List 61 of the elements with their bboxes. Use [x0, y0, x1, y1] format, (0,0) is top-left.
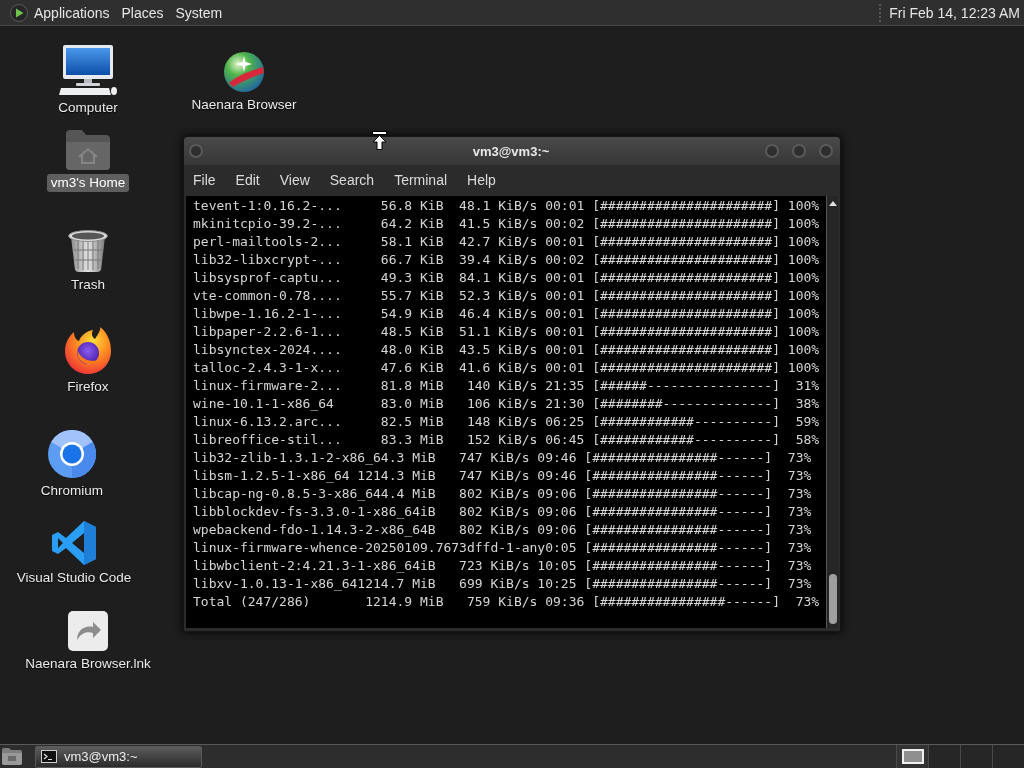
- terminal-line: lib32-zlib-1.3.1-2-x86_64.3 MiB 747 KiB/s 09:46 [################------] 73%: [193, 449, 813, 467]
- terminal-line: libwpe-1.16.2-1-... 54.9 KiB 46.4 KiB/s 00:01 [######################] 100%: [193, 305, 821, 323]
- terminal-line: linux-firmware-2... 81.8 MiB 140 KiB/s 21:35 [######----------------] 31%: [193, 377, 821, 395]
- workspace-tile[interactable]: [928, 745, 960, 768]
- terminal-line: lib32-libxcrypt-... 66.7 KiB 39.4 KiB/s 00:02 [######################] 100%: [193, 251, 821, 269]
- folder-icon[interactable]: [2, 748, 22, 765]
- mouse-cursor-icon: [372, 131, 387, 150]
- desktop-icon-label[interactable]: vm3's Home: [46, 174, 130, 192]
- monitor-icon[interactable]: [59, 45, 117, 95]
- menu-item[interactable]: View: [270, 168, 319, 192]
- menu-item[interactable]: Edit: [226, 168, 269, 192]
- terminal-line: linux-firmware-whence-20250109.7673dffd-1-any0:05 [################------] 73%: [193, 539, 813, 557]
- terminal-line: vte-common-0.78.... 55.7 KiB 52.3 KiB/s 00:01 [######################] 100%: [193, 287, 821, 305]
- scrollbar-thumb[interactable]: [828, 574, 837, 624]
- desktop-icon-label[interactable]: Trash: [67, 276, 109, 294]
- trash-bin-icon[interactable]: [68, 230, 108, 272]
- window-title: vm3@vm3:~: [472, 143, 550, 159]
- menu-item[interactable]: Search: [320, 168, 384, 192]
- scrollbar-track[interactable]: [826, 196, 838, 628]
- terminal-line: wpebackend-fdo-1.14.3-2-x86_64B 802 KiB/s 09:06 [################------] 73%: [193, 521, 813, 539]
- desktop-icon-label[interactable]: Chromium: [36, 482, 108, 500]
- desktop-icon-label[interactable]: Firefox: [63, 378, 113, 396]
- terminal-line: Total (247/286) 1214.9 MiB 759 KiB/s 09:36 [################------] 73%: [193, 593, 821, 611]
- panel-menu[interactable]: Places: [115, 1, 170, 24]
- panel-menu[interactable]: System: [169, 1, 229, 24]
- terminal-line: mkinitcpio-39.2-... 64.2 KiB 41.5 KiB/s 00:02 [######################] 100%: [193, 215, 821, 233]
- taskbar-button[interactable]: vm3@vm3:~: [35, 745, 202, 768]
- terminal-line: libsysprof-captu... 49.3 KiB 84.1 KiB/s 00:01 [######################] 100%: [193, 269, 821, 287]
- terminal-line: libcap-ng-0.8.5-3-x86_644.4 MiB 802 KiB/s 09:06 [################------] 73%: [193, 485, 813, 503]
- terminal-line: libsm-1.2.5-1-x86_64 1214.3 MiB 747 KiB/s 09:46 [################------] 73%: [193, 467, 813, 485]
- terminal-line: libblockdev-fs-3.3.0-1-x86_64iB 802 KiB/s 09:06 [################------] 73%: [193, 503, 813, 521]
- desktop-icon-label[interactable]: Naenara Browser.lnk: [21, 655, 155, 673]
- terminal-line: libpaper-2.2.6-1... 48.5 KiB 51.1 KiB/s 00:01 [######################] 100%: [193, 323, 821, 341]
- terminal-line: libreoffice-stil... 83.3 MiB 152 KiB/s 06:45 [############----------] 58%: [193, 431, 821, 449]
- menu-item[interactable]: Terminal: [385, 168, 457, 192]
- home-folder-icon[interactable]: [66, 130, 110, 170]
- terminal-icon: [41, 750, 57, 763]
- desktop-icon-label[interactable]: Computer: [54, 99, 122, 117]
- panel-clock[interactable]: Fri Feb 14, 12:23 AM: [889, 4, 1020, 21]
- ribbon-icon[interactable]: [52, 521, 96, 565]
- play-circle-icon[interactable]: [10, 3, 28, 22]
- globe-icon[interactable]: [224, 52, 264, 92]
- terminal-line: libxv-1.0.13-1-x86_641214.7 MiB 699 KiB/s 10:25 [################------] 73%: [193, 575, 813, 593]
- menu-item[interactable]: Help: [458, 168, 505, 192]
- terminal-line: tevent-1:0.16.2-... 56.8 KiB 48.1 KiB/s 00:01 [######################] 100%: [193, 197, 821, 215]
- panel-menu[interactable]: Applications: [28, 1, 116, 24]
- fox-globe-icon[interactable]: [65, 327, 111, 374]
- terminal-line: perl-mailtools-2... 58.1 KiB 42.7 KiB/s 00:01 [######################] 100%: [193, 233, 821, 251]
- terminal-line: libsynctex-2024.... 48.0 KiB 43.5 KiB/s 00:01 [######################] 100%: [193, 341, 821, 359]
- workspace-tile[interactable]: [896, 745, 928, 768]
- scroll-up-arrow-icon[interactable]: [828, 201, 837, 206]
- terminal-line: linux-6.13.2.arc... 82.5 MiB 148 KiB/s 06:25 [############----------] 59%: [193, 413, 821, 431]
- desktop-icon-label[interactable]: Visual Studio Code: [12, 569, 136, 587]
- desktop-icon-label[interactable]: Naenara Browser: [187, 96, 301, 114]
- terminal-line: libwbclient-2:4.21.3-1-x86_64iB 723 KiB/s 10:05 [################------] 73%: [193, 557, 813, 575]
- ring-icon[interactable]: [48, 430, 96, 478]
- workspace-tile[interactable]: [960, 745, 992, 768]
- workspace-tile[interactable]: [992, 745, 1024, 768]
- terminal-line: wine-10.1-1-x86_64 83.0 MiB 106 KiB/s 21:30 [########--------------] 38%: [193, 395, 821, 413]
- menu-item[interactable]: File: [184, 168, 225, 192]
- terminal-line: talloc-2.4.3-1-x... 47.6 KiB 41.6 KiB/s 00:01 [######################] 100%: [193, 359, 821, 377]
